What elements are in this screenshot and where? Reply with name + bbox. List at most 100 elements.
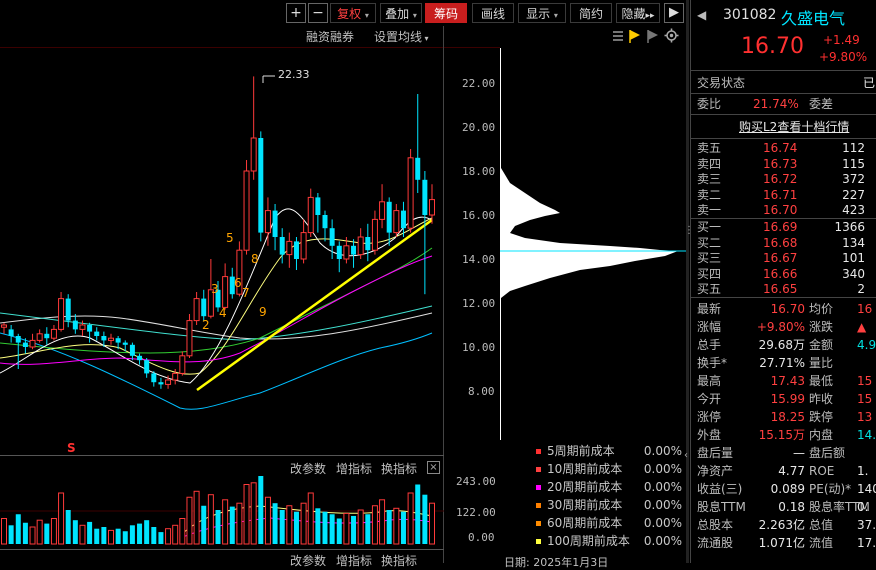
- candle-body: [272, 210, 278, 237]
- candle-body: [243, 170, 250, 251]
- wave-label-4: 4: [219, 306, 227, 320]
- volume-bar: [36, 519, 43, 545]
- gear-icon[interactable]: [664, 28, 679, 43]
- date-label: 日期: 2025年1月3日: [504, 556, 609, 569]
- candle-body: [129, 344, 135, 356]
- wave-label-6: 6: [234, 276, 242, 290]
- flag-icon[interactable]: [628, 29, 642, 43]
- wave-label-3: 3: [211, 282, 219, 296]
- volume-bar: [307, 492, 314, 545]
- level-label: 卖三: [697, 172, 722, 186]
- candle-body: [422, 179, 428, 215]
- bids-level-row[interactable]: 买四 16.66 340: [697, 267, 876, 282]
- volume-chart: [0, 476, 444, 545]
- cost-legend-row: 20周期前成本 0.00%: [536, 479, 682, 496]
- candle-body: [151, 373, 157, 383]
- diejia-dropdown[interactable]: 叠加 ▾: [380, 3, 422, 23]
- wave-label-9: 9: [259, 305, 267, 319]
- legend-label: 10周期前成本: [547, 462, 623, 476]
- candle-body: [222, 276, 229, 308]
- level-label: 卖一: [697, 203, 722, 217]
- chevron-down-icon: ▾: [553, 11, 558, 20]
- volume-bar: [79, 524, 86, 545]
- rongzi-link[interactable]: 融资融券: [306, 28, 354, 45]
- back-icon[interactable]: ◀: [697, 8, 706, 22]
- candle-body: [193, 298, 200, 322]
- jianyue-button[interactable]: 简约: [570, 3, 612, 23]
- collapse-arrow-icon[interactable]: ‹: [684, 450, 688, 461]
- candle-body: [158, 382, 164, 385]
- yincang-button[interactable]: 隐藏▸▸: [616, 3, 660, 23]
- volume-bar: [258, 476, 264, 544]
- quote-panel: ◀ 301082 久盛电气 16.70 +1.49 +9.80% 交易状态 已 …: [690, 0, 876, 563]
- layout-icon[interactable]: [612, 30, 624, 42]
- candles-group: [1, 76, 435, 389]
- level-volume: 1366: [834, 220, 865, 234]
- asks-level-row[interactable]: 卖五 16.74 112: [697, 141, 876, 156]
- candle-body: [386, 201, 392, 233]
- candle-body: [279, 237, 285, 255]
- collapse-panel-button[interactable]: ▶: [664, 3, 684, 23]
- candle-body: [250, 137, 257, 172]
- huan-zhibiao-button[interactable]: 换指标: [381, 460, 417, 477]
- stat-label: 涨幅: [697, 320, 722, 334]
- zoom-in-button[interactable]: +: [286, 3, 306, 23]
- volume-bar: [365, 514, 371, 544]
- legend-label: 5周期前成本: [547, 444, 615, 458]
- bids-level-row[interactable]: 买三 16.67 101: [697, 251, 876, 266]
- asks-level-row[interactable]: 卖二 16.71 227: [697, 188, 876, 203]
- bids-level-row[interactable]: 买一 16.69 1366: [697, 220, 876, 235]
- fuquan-dropdown[interactable]: 复权 ▾: [330, 3, 376, 23]
- volume-bar: [129, 525, 135, 544]
- gai-canshu-button[interactable]: 改参数: [290, 460, 326, 477]
- stat-value: 1.071亿: [758, 536, 805, 550]
- candle-body: [22, 342, 28, 347]
- stat-row: 总股本 2.263亿总值 37.7: [697, 516, 876, 534]
- candle-body: [201, 298, 207, 317]
- volume-bar: [8, 525, 14, 544]
- shezhi-junxian-dropdown[interactable]: 设置均线 ▾: [374, 28, 429, 45]
- level-price: 16.66: [763, 266, 798, 281]
- kline-chart[interactable]: [0, 48, 444, 453]
- stat-value-2: ▲: [857, 320, 867, 334]
- legend-swatch: [536, 449, 541, 454]
- volume-bar: [22, 522, 28, 544]
- xianshi-dropdown[interactable]: 显示 ▾: [518, 3, 566, 23]
- stat-value: 15.99: [770, 392, 805, 406]
- level-label: 买一: [697, 220, 722, 234]
- level-label: 买四: [697, 266, 722, 281]
- candle-body: [329, 228, 335, 246]
- yincang-label: 隐藏: [621, 7, 646, 21]
- volume-bar: [293, 511, 299, 544]
- huan-zhibiao-button-2[interactable]: 换指标: [381, 552, 417, 569]
- stat-value: 0.089: [770, 482, 805, 496]
- zeng-zhibiao-button[interactable]: 增指标: [336, 460, 372, 477]
- volume-bar: [193, 490, 200, 545]
- zoom-out-button[interactable]: −: [308, 3, 328, 23]
- price-tick: 8.00: [468, 385, 495, 398]
- level-volume: 423: [842, 203, 865, 217]
- splitter-handle-icon[interactable]: ⋮: [684, 225, 694, 236]
- asks-level-row[interactable]: 卖一 16.70 423: [697, 203, 876, 218]
- chouma-button[interactable]: 筹码: [425, 3, 467, 23]
- level-price: 16.67: [763, 251, 798, 265]
- wave-label-8: 8: [251, 252, 259, 266]
- legend-label: 100周期前成本: [547, 534, 630, 548]
- legend-swatch: [536, 521, 541, 526]
- asks-level-row[interactable]: 卖四 16.73 115: [697, 157, 876, 172]
- separator: [691, 70, 876, 71]
- zeng-zhibiao-button-2[interactable]: 增指标: [336, 552, 372, 569]
- gai-canshu-button-2[interactable]: 改参数: [290, 552, 326, 569]
- panel-splitter[interactable]: [686, 0, 689, 563]
- flag-outline-icon[interactable]: [646, 29, 660, 43]
- stat-label-2: 金额: [809, 338, 834, 352]
- candle-body: [407, 157, 414, 229]
- asks-level-row[interactable]: 卖三 16.72 372: [697, 172, 876, 187]
- l2-upgrade-link[interactable]: 购买L2查看十档行情: [739, 118, 849, 135]
- level-label: 买二: [697, 235, 722, 250]
- close-icon[interactable]: ×: [427, 461, 440, 474]
- bids-level-row[interactable]: 买五 16.65 2: [697, 282, 876, 297]
- candle-body: [1, 324, 7, 328]
- huaxian-button[interactable]: 画线: [472, 3, 514, 23]
- bids-level-row[interactable]: 买二 16.68 134: [697, 236, 876, 251]
